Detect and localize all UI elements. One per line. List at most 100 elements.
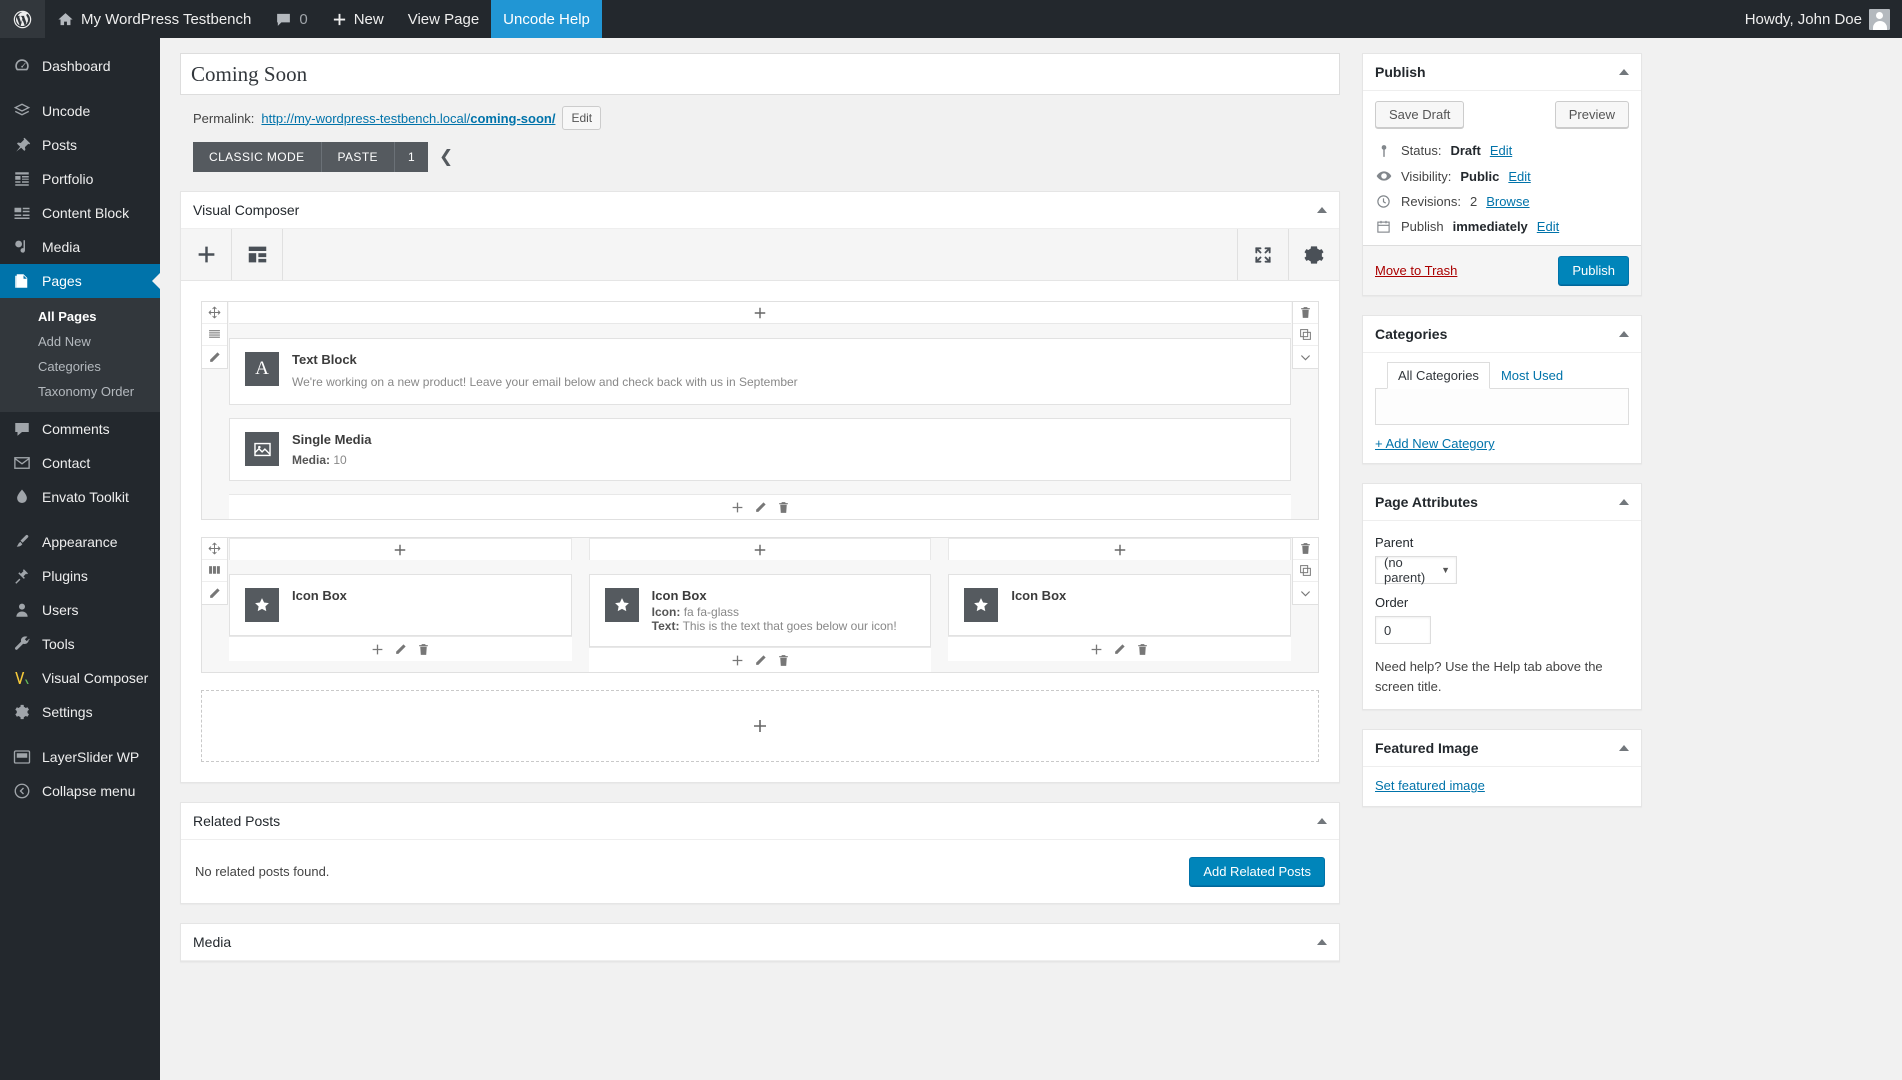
edit-element-button[interactable] [1108,637,1131,662]
chevron-down-icon[interactable] [1293,582,1318,604]
preview-button[interactable]: Preview [1554,101,1629,128]
vc-column-add-top[interactable] [588,538,932,560]
trash-icon[interactable] [1293,538,1318,560]
edit-element-button[interactable] [749,648,772,673]
delete-element-button[interactable] [772,495,795,520]
order-input[interactable] [1375,616,1431,644]
set-featured-image-link[interactable]: Set featured image [1375,778,1485,793]
sidebar-item-media[interactable]: Media [0,230,160,264]
edit-visibility-link[interactable]: Edit [1508,169,1530,184]
tab-most-used[interactable]: Most Used [1490,362,1574,389]
publish-button[interactable]: Publish [1558,256,1629,285]
vc-add-row-placeholder[interactable] [201,690,1319,762]
chevron-down-icon[interactable] [1293,346,1318,368]
vc-row-add-top[interactable] [229,302,1291,324]
sidebar-item-comments[interactable]: Comments [0,412,160,446]
toggle-panel-icon[interactable] [1619,745,1629,751]
save-draft-button[interactable]: Save Draft [1375,101,1465,128]
text-meta-value: This is the text that goes below our ico… [682,619,897,633]
toggle-panel-icon[interactable] [1619,331,1629,337]
vc-settings-button[interactable] [1289,229,1339,280]
comments-bubble[interactable]: 0 [263,0,319,38]
toggle-panel-icon[interactable] [1317,818,1327,824]
sidebar-subitem-categories[interactable]: Categories [0,354,160,379]
uncode-help-link[interactable]: Uncode Help [491,0,602,38]
vc-fullscreen-button[interactable] [1238,229,1288,280]
sidebar-item-layerslider-wp[interactable]: LayerSlider WP [0,740,160,774]
add-element-button[interactable] [726,495,749,520]
toggle-panel-icon[interactable] [1619,499,1629,505]
add-element-button[interactable] [366,637,389,662]
sidebar-item-portfolio[interactable]: Portfolio [0,162,160,196]
chevron-left-icon[interactable]: ❮ [439,147,453,167]
sidebar-item-dashboard[interactable]: Dashboard [0,49,160,83]
sidebar-item-visual-composer[interactable]: Visual Composer [0,661,160,695]
add-element-button[interactable] [1085,637,1108,662]
tab-all-categories[interactable]: All Categories [1387,362,1490,389]
vc-element-text-block[interactable]: A Text Block We're working on a new prod… [229,338,1291,405]
add-related-posts-button[interactable]: Add Related Posts [1189,857,1325,886]
sidebar-item-users[interactable]: Users [0,593,160,627]
delete-element-button[interactable] [772,648,795,673]
paste-count-button[interactable]: 1 [393,142,429,172]
vc-element-icon-box[interactable]: Icon Box [948,574,1292,636]
add-new-category-link[interactable]: + Add New Category [1375,436,1495,451]
toggle-panel-icon[interactable] [1317,207,1327,213]
edit-element-button[interactable] [749,495,772,520]
categories-list-box[interactable] [1375,389,1629,425]
delete-element-button[interactable] [412,637,435,662]
add-element-button[interactable] [726,648,749,673]
sidebar-item-tools[interactable]: Tools [0,627,160,661]
sidebar-item-settings[interactable]: Settings [0,695,160,729]
classic-mode-button[interactable]: CLASSIC MODE [193,142,321,172]
edit-schedule-link[interactable]: Edit [1537,219,1559,234]
view-page-link[interactable]: View Page [396,0,491,38]
wp-logo-menu[interactable] [0,0,45,38]
pencil-icon[interactable] [202,582,227,604]
sidebar-subitem-all-pages[interactable]: All Pages [0,304,160,329]
pencil-icon[interactable] [202,346,227,368]
sidebar-subitem-taxonomy-order[interactable]: Taxonomy Order [0,379,160,404]
sidebar-item-plugins[interactable]: Plugins [0,559,160,593]
edit-status-link[interactable]: Edit [1490,143,1512,158]
edit-element-button[interactable] [389,637,412,662]
vc-element-icon-box[interactable]: Icon Box Icon: fa fa-glass Text: This is… [588,574,932,647]
site-name-menu[interactable]: My WordPress Testbench [45,0,263,38]
sidebar-item-collapse-menu[interactable]: Collapse menu [0,774,160,808]
vc-element-icon-box[interactable]: Icon Box [229,574,572,636]
browse-revisions-link[interactable]: Browse [1486,194,1529,209]
clone-icon[interactable] [1293,324,1318,346]
related-posts-metabox: Related Posts No related posts found. Ad… [180,802,1340,904]
sidebar-item-content-block[interactable]: Content Block [0,196,160,230]
vc-element-single-media[interactable]: Single Media Media: 10 [229,418,1291,481]
edit-permalink-button[interactable]: Edit [562,106,602,130]
vc-column-add-top[interactable] [229,538,572,560]
vc-add-element-button[interactable] [181,229,231,280]
toggle-panel-icon[interactable] [1317,939,1327,945]
move-icon[interactable] [202,538,227,560]
trash-icon[interactable] [1293,302,1318,324]
columns-icon[interactable] [202,560,227,582]
move-icon[interactable] [202,302,227,324]
parent-select[interactable]: (no parent) ▼ [1375,555,1457,585]
delete-element-button[interactable] [1131,637,1154,662]
sidebar-item-pages[interactable]: Pages [0,264,160,298]
new-content-menu[interactable]: New [320,0,396,38]
sidebar-item-uncode[interactable]: Uncode [0,94,160,128]
permalink-link[interactable]: http://my-wordpress-testbench.local/comi… [261,111,555,126]
my-account-menu[interactable]: Howdy, John Doe [1733,0,1902,38]
wp-body: Permalink: http://my-wordpress-testbench… [160,38,1902,1080]
paste-button[interactable]: PASTE [320,142,394,172]
clone-icon[interactable] [1293,560,1318,582]
page-title-input[interactable] [180,53,1340,95]
sidebar-item-envato-toolkit[interactable]: Envato Toolkit [0,480,160,514]
sidebar-item-contact[interactable]: Contact [0,446,160,480]
sidebar-item-appearance[interactable]: Appearance [0,525,160,559]
move-to-trash-link[interactable]: Move to Trash [1375,263,1457,278]
columns-icon[interactable] [202,324,227,346]
sidebar-subitem-add-new[interactable]: Add New [0,329,160,354]
vc-templates-button[interactable] [232,229,282,280]
sidebar-item-posts[interactable]: Posts [0,128,160,162]
vc-column-add-top[interactable] [948,538,1292,560]
toggle-panel-icon[interactable] [1619,69,1629,75]
